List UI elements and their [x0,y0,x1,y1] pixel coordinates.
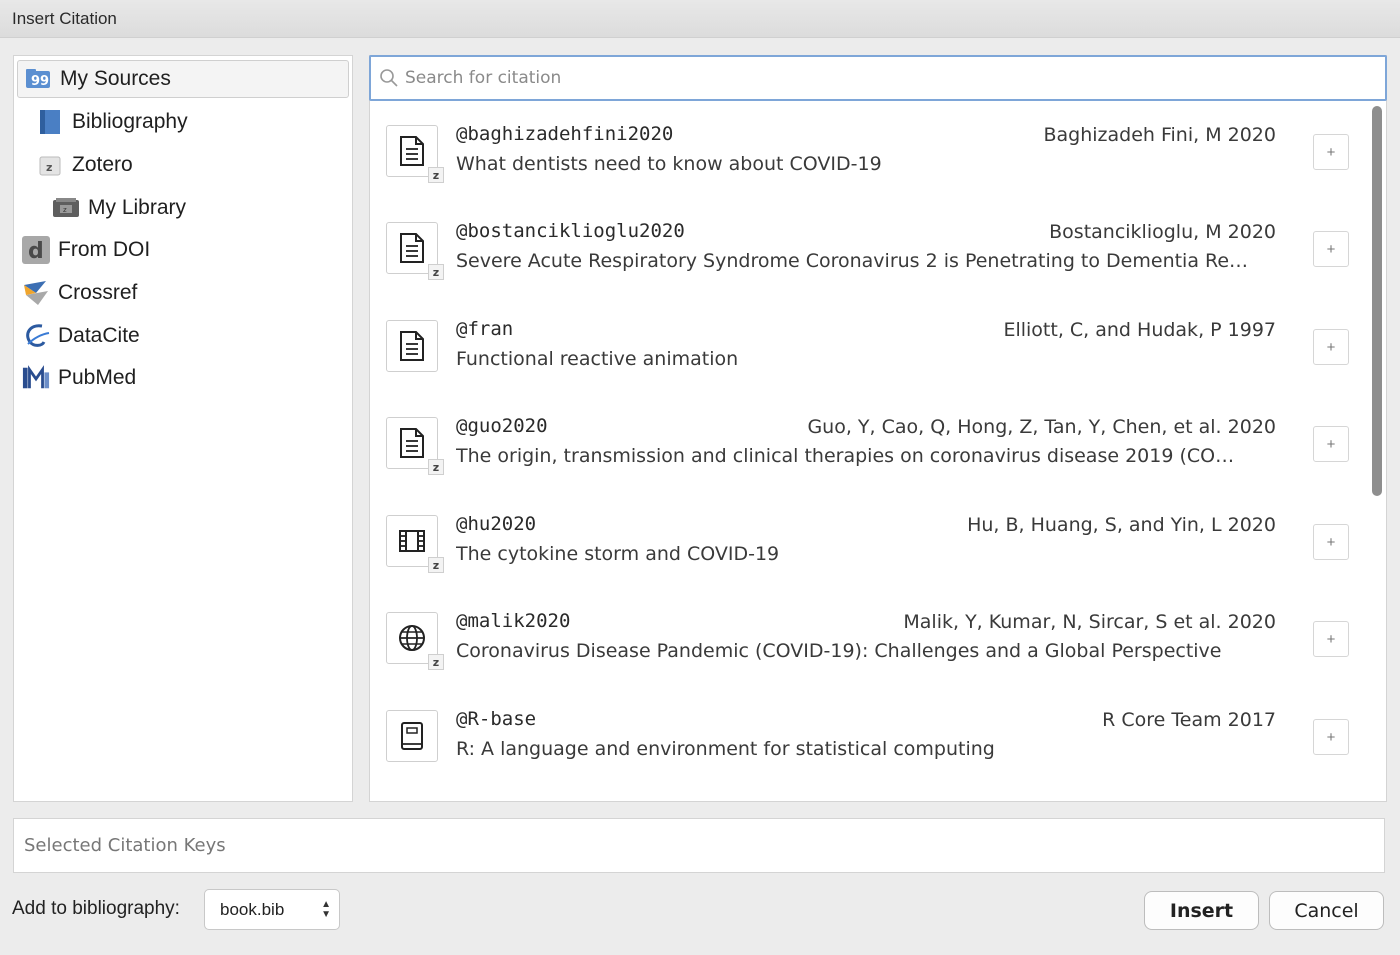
citation-title: The origin, transmission and clinical th… [456,445,1235,467]
sidebar-item-label: Bibliography [72,110,188,133]
citation-authors: Elliott, C, and Hudak, P 1997 [1003,319,1276,341]
citation-title: Severe Acute Respiratory Syndrome Corona… [456,250,1249,272]
svg-text:z: z [46,161,52,174]
list-scrollbar[interactable] [1372,106,1382,496]
window-title: Insert Citation [12,9,117,28]
sidebar-item-label: Zotero [72,153,133,176]
sidebar-item-label: Crossref [58,281,138,304]
sidebar-item-from-doi[interactable]: d From DOI [22,231,342,269]
zotero-icon: z [36,151,64,179]
citation-authors: R Core Team 2017 [1102,709,1276,731]
svg-text:z: z [63,206,67,214]
document-icon [386,320,438,372]
search-icon [380,69,398,87]
selected-keys-placeholder: Selected Citation Keys [24,835,226,856]
sidebar-item-label: PubMed [58,366,137,389]
cancel-button[interactable]: Cancel [1269,891,1384,930]
citation-authors: Bostanciklioglu, M 2020 [1049,221,1276,243]
add-citation-button[interactable]: + [1313,329,1349,365]
add-citation-button[interactable]: + [1313,621,1349,657]
citation-row[interactable]: z @guo2020 Guo, Y, Cao, Q, Hong, Z, Tan,… [370,397,1370,494]
select-arrows-icon: ▲ ▼ [321,899,331,920]
citation-title: What dentists need to know about COVID-1… [456,153,882,175]
add-citation-button[interactable]: + [1313,231,1349,267]
citation-row[interactable]: z @bostanciklioglu2020 Bostanciklioglu, … [370,202,1370,299]
library-drawer-icon: z [52,194,80,222]
zotero-badge-icon: z [428,459,444,475]
citation-row[interactable]: z @malik2020 Malik, Y, Kumar, N, Sircar,… [370,592,1370,689]
selected-citation-keys-field[interactable]: Selected Citation Keys [13,818,1385,873]
sidebar-item-my-library[interactable]: z My Library [52,189,342,227]
zotero-badge-icon: z [428,167,444,183]
citation-title: Coronavirus Disease Pandemic (COVID-19):… [456,640,1222,662]
sidebar-item-pubmed[interactable]: PubMed [22,359,342,397]
citation-authors: Hu, B, Huang, S, and Yin, L 2020 [967,514,1276,536]
citation-row[interactable]: @R-base R Core Team 2017 R: A language a… [370,690,1370,787]
sidebar-item-my-sources[interactable]: 99 My Sources [17,60,349,98]
sidebar-item-label: My Sources [60,67,171,90]
add-citation-button[interactable]: + [1313,719,1349,755]
sidebar-item-label: From DOI [58,238,151,261]
sidebar-item-label: My Library [88,196,187,219]
insert-button[interactable]: Insert [1144,891,1259,930]
book-icon [36,108,64,136]
sidebar-item-zotero[interactable]: z Zotero [36,146,336,184]
citation-row[interactable]: z @baghizadehfini2020 Baghizadeh Fini, M… [370,105,1370,202]
search-input[interactable] [405,68,1355,88]
crossref-icon [22,279,50,307]
citation-authors: Malik, Y, Kumar, N, Sircar, S et al. 202… [903,611,1276,633]
svg-text:d: d [28,239,44,264]
sidebar-item-crossref[interactable]: Crossref [22,274,342,312]
citation-row[interactable]: @fran Elliott, C, and Hudak, P 1997 Func… [370,300,1370,397]
sidebar-item-datacite[interactable]: DataCite [22,317,342,355]
datacite-icon [22,322,50,350]
citation-title: The cytokine storm and COVID-19 [456,543,780,565]
citation-key: @bostanciklioglu2020 [456,220,685,242]
search-box[interactable] [369,55,1387,101]
add-citation-button[interactable]: + [1313,524,1349,560]
zotero-badge-icon: z [428,264,444,280]
citation-key: @R-base [456,708,537,730]
add-citation-button[interactable]: + [1313,134,1349,170]
citation-title: R: A language and environment for statis… [456,738,995,760]
sidebar-item-label: DataCite [58,324,140,347]
add-citation-button[interactable]: + [1313,426,1349,462]
citation-title: Functional reactive animation [456,348,739,370]
quote-folder-icon: 99 [24,65,52,93]
citation-key: @guo2020 [456,415,548,437]
citation-authors: Guo, Y, Cao, Q, Hong, Z, Tan, Y, Chen, e… [807,416,1276,438]
bibliography-select[interactable]: book.bib ▲ ▼ [204,889,340,930]
citation-key: @hu2020 [456,513,537,535]
citation-key: @malik2020 [456,610,571,632]
title-bar: Insert Citation [0,0,1400,38]
zotero-badge-icon: z [428,557,444,573]
svg-text:99: 99 [31,74,49,89]
zotero-badge-icon: z [428,654,444,670]
book-entry-icon [386,710,438,762]
citation-key: @fran [456,318,514,340]
citation-row[interactable]: z @hu2020 Hu, B, Huang, S, and Yin, L 20… [370,495,1370,592]
pubmed-icon [22,364,50,392]
doi-icon: d [22,236,50,264]
bibliography-select-value: book.bib [220,899,285,919]
citation-key: @baghizadehfini2020 [456,123,674,145]
citation-authors: Baghizadeh Fini, M 2020 [1043,124,1276,146]
add-to-bibliography-label: Add to bibliography: [12,898,180,919]
sidebar-item-bibliography[interactable]: Bibliography [36,103,336,141]
